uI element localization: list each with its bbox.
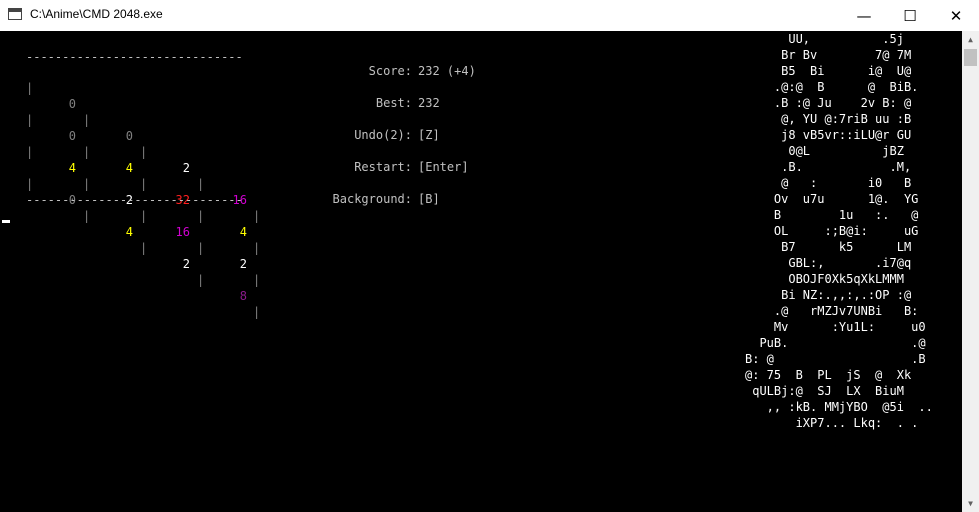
- cell-separator: |: [197, 241, 205, 255]
- console-output[interactable]: ------------------------------ | 0 | 0 |…: [0, 31, 962, 512]
- cell-separator: |: [197, 209, 205, 223]
- best-label: Best:: [375, 96, 412, 110]
- tile: 2: [182, 257, 190, 271]
- minimize-button[interactable]: —: [841, 0, 887, 31]
- console-window: C:\Anime\CMD 2048.exe — ☐ ✕ ------------…: [0, 0, 979, 512]
- close-button[interactable]: ✕: [933, 0, 979, 31]
- ascii-art-background: UU, .5j Br Bv 7@ 7M B5 Bi i@ U@ .@:@ B @…: [745, 32, 933, 430]
- score-label: Score:: [368, 64, 412, 78]
- cell-separator: |: [83, 209, 91, 223]
- window-title: C:\Anime\CMD 2048.exe: [30, 7, 163, 21]
- restart-label: Restart:: [354, 160, 412, 174]
- cell-separator: |: [26, 81, 34, 95]
- background-label: Background:: [332, 192, 412, 206]
- undo-label: Undo(2):: [354, 128, 412, 142]
- tile: 4: [125, 225, 133, 239]
- tile: 8: [239, 289, 247, 303]
- cell-separator: |: [83, 113, 91, 127]
- cell-separator: |: [26, 177, 34, 191]
- board-row: | 0 | 0 | 2 | 16 |: [26, 64, 261, 223]
- board-top-border: ------------------------------: [26, 50, 243, 64]
- cell-separator: |: [140, 177, 148, 191]
- cell-separator: |: [83, 177, 91, 191]
- cell-separator: |: [83, 145, 91, 159]
- board-row: | 0 | 4 | 2 | 8 |: [26, 160, 261, 319]
- game-board: ------------------------------ | 0 | 0 |…: [26, 49, 260, 319]
- restart-key: [Enter]: [418, 160, 469, 174]
- vertical-scrollbar[interactable]: ▲ ▼: [962, 31, 979, 512]
- board-bottom-border: ------------------------------: [26, 193, 243, 207]
- cell-separator: |: [26, 113, 34, 127]
- cell-separator: |: [140, 241, 148, 255]
- text-cursor: [2, 220, 10, 223]
- cell-separator: |: [197, 273, 205, 287]
- tile: 4: [239, 225, 247, 239]
- cell-separator: |: [140, 145, 148, 159]
- background-key: [B]: [418, 192, 440, 206]
- undo-key: [Z]: [418, 128, 440, 142]
- cell-separator: |: [140, 209, 148, 223]
- cell-separator: |: [197, 177, 205, 191]
- cell-separator: |: [26, 145, 34, 159]
- cell-separator: |: [253, 273, 261, 287]
- board-row: | 4 | 2 | 16 | 2 |: [26, 128, 261, 287]
- scroll-up-arrow-icon[interactable]: ▲: [962, 31, 979, 48]
- console-app-icon[interactable]: [8, 8, 22, 20]
- board-row: | 0 | 4 | 32 | 4 |: [26, 96, 261, 255]
- cell-separator: |: [253, 305, 261, 319]
- game-info-panel: Score: 232 (+4) Best: 232 Undo(2): [Z] R…: [318, 63, 518, 213]
- score-value: 232 (+4): [418, 64, 476, 78]
- title-bar[interactable]: C:\Anime\CMD 2048.exe — ☐ ✕: [0, 0, 979, 32]
- tile: 16: [175, 225, 190, 239]
- maximize-button[interactable]: ☐: [887, 0, 933, 31]
- scroll-down-arrow-icon[interactable]: ▼: [962, 495, 979, 512]
- cell-separator: |: [253, 241, 261, 255]
- tile: 2: [239, 257, 247, 271]
- scrollbar-thumb[interactable]: [964, 49, 977, 66]
- best-value: 232: [418, 96, 440, 110]
- cell-separator: |: [253, 209, 261, 223]
